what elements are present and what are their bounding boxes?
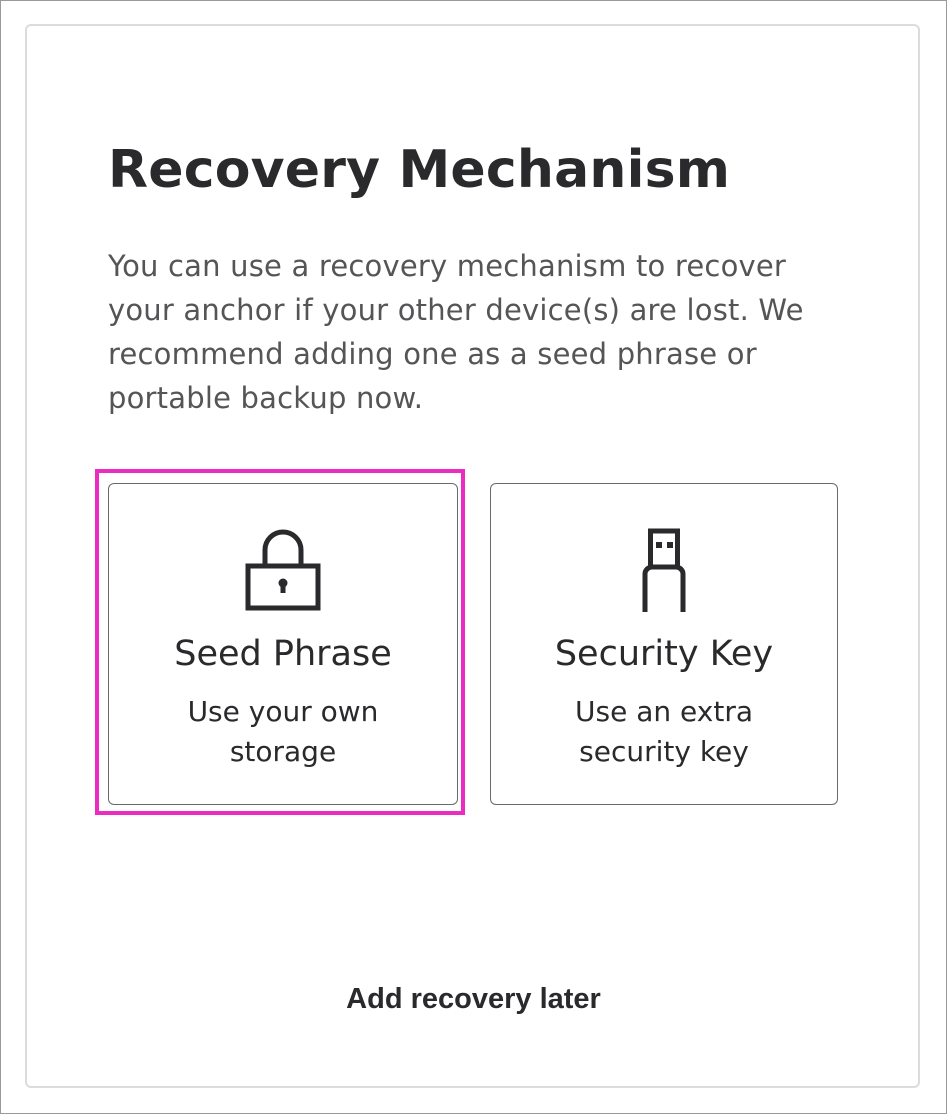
security-key-subtitle: Use an extra security key [575, 695, 753, 768]
page-description: You can use a recovery mechanism to reco… [108, 249, 804, 415]
security-key-title: Security Key [554, 634, 774, 674]
seed-phrase-subtitle: Use your own storage [187, 695, 379, 768]
security-key-option[interactable]: Security Key Use an extra security key [490, 483, 838, 805]
usb-key-icon [642, 528, 686, 612]
seed-phrase-title: Seed Phrase [174, 634, 392, 674]
seed-phrase-option[interactable]: Seed Phrase Use your own storage [108, 483, 458, 805]
lock-icon [245, 529, 321, 611]
add-recovery-later-link[interactable]: Add recovery later [0, 983, 947, 1016]
page-title: Recovery Mechanism [108, 140, 731, 200]
